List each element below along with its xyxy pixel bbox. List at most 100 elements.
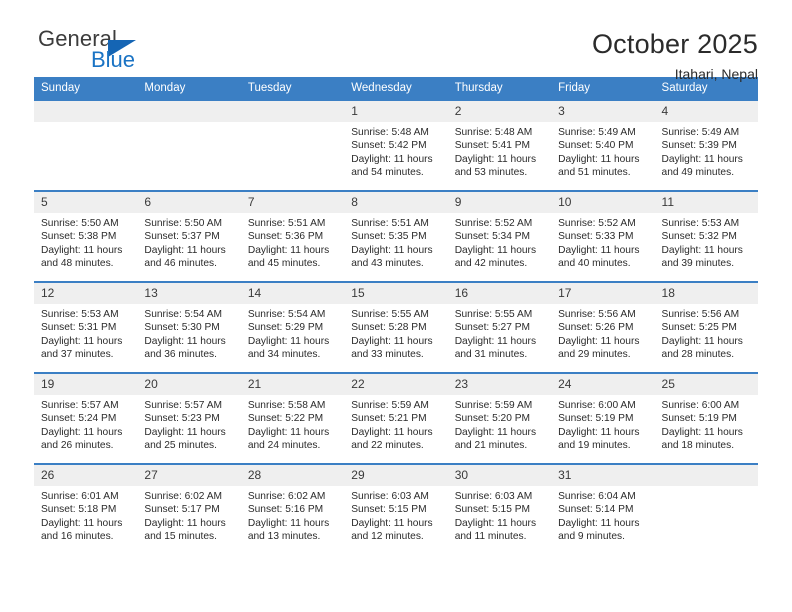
sunrise-time: Sunrise: 5:53 AM [41,309,119,320]
calendar-cell-empty [137,99,241,191]
day-details: Sunrise: 6:00 AM Sunset: 5:19 PM Daylight:… [655,395,758,453]
calendar-day-cell[interactable]: 4 Sunrise: 5:49 AM Sunset: 5:39 PM Daylight… [654,99,758,191]
calendar-day-cell[interactable]: 6 Sunrise: 5:50 AM Sunset: 5:37 PM Daylight… [137,190,241,282]
calendar-day-cell[interactable]: 30 Sunrise: 6:03 AM Sunset: 5:15 PM Dayligh… [447,463,552,554]
day-details: Sunrise: 5:51 AM Sunset: 5:35 PM Daylight:… [344,213,447,271]
day-number: 29 [344,465,448,486]
daylight-duration-line2: and 36 minutes. [144,349,217,361]
calendar-day-cell[interactable]: 15 Sunrise: 5:55 AM Sunset: 5:28 PM Dayligh… [344,281,448,373]
calendar-day-cell[interactable]: 8 Sunrise: 5:51 AM Sunset: 5:35 PM Daylight… [344,190,448,282]
calendar-day-cell[interactable]: 3 Sunrise: 5:49 AM Sunset: 5:40 PM Daylight… [551,99,655,191]
sunset-time: Sunset: 5:18 PM [41,504,117,516]
calendar-day-cell[interactable]: 1 Sunrise: 5:48 AM Sunset: 5:42 PM Daylight… [344,99,448,191]
sunrise-time: Sunrise: 5:51 AM [247,218,326,229]
sunrise-time: Sunrise: 5:56 AM [558,309,636,320]
day-details: Sunrise: 6:02 AM Sunset: 5:17 PM Daylight:… [137,486,240,544]
day-details: Sunrise: 5:54 AM Sunset: 5:29 PM Daylight:… [241,304,344,362]
calendar-day-cell[interactable]: 19 Sunrise: 5:57 AM Sunset: 5:24 PM Dayligh… [34,372,138,464]
sunrise-time: Sunrise: 5:57 AM [41,400,119,411]
calendar-day-cell[interactable]: 20 Sunrise: 5:57 AM Sunset: 5:23 PM Dayligh… [137,372,241,464]
daylight-duration-line1: Daylight: 11 hours [247,244,330,256]
daylight-duration-line1: Daylight: 11 hours [661,335,743,347]
calendar-day-cell[interactable]: 13 Sunrise: 5:54 AM Sunset: 5:30 PM Dayligh… [137,281,241,373]
calendar-day-cell[interactable]: 17 Sunrise: 5:56 AM Sunset: 5:26 PM Dayligh… [551,281,655,373]
day-details: Sunrise: 5:58 AM Sunset: 5:22 PM Daylight:… [241,395,344,453]
sunrise-time: Sunrise: 5:49 AM [558,127,636,138]
day-details: Sunrise: 5:57 AM Sunset: 5:24 PM Daylight:… [34,395,137,453]
day-number: 19 [34,374,138,395]
day-details: Sunrise: 5:59 AM Sunset: 5:20 PM Daylight:… [448,395,551,453]
calendar-day-cell[interactable]: 10 Sunrise: 5:52 AM Sunset: 5:33 PM Dayligh… [551,190,655,282]
sunset-time: Sunset: 5:39 PM [661,140,737,152]
daylight-duration-line2: and 49 minutes. [661,167,735,179]
calendar-day-cell[interactable]: 14 Sunrise: 5:54 AM Sunset: 5:29 PM Dayligh… [240,281,345,373]
daylight-duration-line1: Daylight: 11 hours [454,153,537,165]
calendar-day-cell[interactable]: 22 Sunrise: 5:59 AM Sunset: 5:21 PM Dayligh… [344,372,448,464]
daylight-duration-line2: and 19 minutes. [558,440,631,452]
daylight-duration-line1: Daylight: 11 hours [41,335,123,347]
day-details: Sunrise: 5:59 AM Sunset: 5:21 PM Daylight:… [344,395,447,453]
day-details: Sunrise: 6:01 AM Sunset: 5:18 PM Daylight:… [34,486,137,544]
calendar-day-cell[interactable]: 31 Sunrise: 6:04 AM Sunset: 5:14 PM Dayligh… [551,463,655,554]
calendar-day-cell[interactable]: 24 Sunrise: 6:00 AM Sunset: 5:19 PM Dayligh… [551,372,655,464]
day-number: 20 [137,374,241,395]
day-details: Sunrise: 5:49 AM Sunset: 5:39 PM Daylight:… [655,122,758,180]
daylight-duration-line1: Daylight: 11 hours [351,426,433,438]
daylight-duration-line2: and 45 minutes. [247,258,321,270]
day-number [240,101,345,122]
sunrise-time: Sunrise: 5:48 AM [351,127,429,138]
day-number: 2 [447,101,552,122]
sunrise-time: Sunrise: 6:03 AM [351,491,429,502]
day-number: 5 [34,192,138,213]
calendar-week-row: 26 Sunrise: 6:01 AM Sunset: 5:18 PM Dayligh… [34,463,758,554]
calendar-day-cell[interactable]: 25 Sunrise: 6:00 AM Sunset: 5:19 PM Dayligh… [654,372,758,464]
calendar-day-cell[interactable]: 18 Sunrise: 5:56 AM Sunset: 5:25 PM Dayligh… [654,281,758,373]
calendar-day-cell[interactable]: 7 Sunrise: 5:51 AM Sunset: 5:36 PM Daylight… [240,190,345,282]
day-number: 11 [654,192,758,213]
sunrise-time: Sunrise: 6:04 AM [558,491,636,502]
calendar-day-cell[interactable]: 27 Sunrise: 6:02 AM Sunset: 5:17 PM Dayligh… [137,463,241,554]
sunrise-time: Sunrise: 6:00 AM [558,400,636,411]
calendar-week-row: 19 Sunrise: 5:57 AM Sunset: 5:24 PM Dayligh… [34,372,758,464]
day-details: Sunrise: 5:56 AM Sunset: 5:25 PM Daylight:… [655,304,758,362]
day-number: 9 [447,192,552,213]
daylight-duration-line2: and 34 minutes. [247,349,321,361]
daylight-duration-line1: Daylight: 11 hours [144,426,226,438]
sunrise-time: Sunrise: 5:50 AM [41,218,119,229]
day-details: Sunrise: 6:04 AM Sunset: 5:14 PM Daylight:… [551,486,654,544]
sunset-time: Sunset: 5:19 PM [661,413,737,425]
calendar-day-cell[interactable]: 26 Sunrise: 6:01 AM Sunset: 5:18 PM Dayligh… [34,463,138,554]
general-blue-logo[interactable]: General Blue [34,26,224,78]
daylight-duration-line2: and 46 minutes. [144,258,217,270]
day-details: Sunrise: 5:53 AM Sunset: 5:32 PM Daylight:… [655,213,758,271]
day-number: 6 [137,192,241,213]
sunset-time: Sunset: 5:35 PM [351,231,427,243]
day-number: 18 [654,283,758,304]
day-details: Sunrise: 5:50 AM Sunset: 5:38 PM Daylight:… [34,213,137,271]
calendar-day-cell[interactable]: 9 Sunrise: 5:52 AM Sunset: 5:34 PM Daylight… [447,190,552,282]
calendar-day-cell[interactable]: 23 Sunrise: 5:59 AM Sunset: 5:20 PM Dayligh… [447,372,552,464]
calendar-day-cell[interactable]: 2 Sunrise: 5:48 AM Sunset: 5:41 PM Daylight… [447,99,552,191]
daylight-duration-line2: and 51 minutes. [558,167,631,179]
weekday-header-sunday: Sunday [34,77,138,100]
calendar-day-cell[interactable]: 16 Sunrise: 5:55 AM Sunset: 5:27 PM Dayligh… [447,281,552,373]
daylight-duration-line2: and 33 minutes. [351,349,424,361]
day-number: 16 [447,283,552,304]
sunrise-time: Sunrise: 6:02 AM [144,491,223,502]
sunset-time: Sunset: 5:23 PM [144,413,220,425]
calendar-day-cell[interactable]: 28 Sunrise: 6:02 AM Sunset: 5:16 PM Dayligh… [240,463,345,554]
daylight-duration-line1: Daylight: 11 hours [41,517,123,529]
calendar-day-cell[interactable]: 21 Sunrise: 5:58 AM Sunset: 5:22 PM Dayligh… [240,372,345,464]
day-details: Sunrise: 6:03 AM Sunset: 5:15 PM Daylight:… [448,486,551,544]
daylight-duration-line1: Daylight: 11 hours [351,153,433,165]
daylight-duration-line1: Daylight: 11 hours [661,426,743,438]
sunset-time: Sunset: 5:25 PM [661,322,737,334]
day-number: 3 [551,101,655,122]
day-number: 13 [137,283,241,304]
calendar-day-cell[interactable]: 29 Sunrise: 6:03 AM Sunset: 5:15 PM Dayligh… [344,463,448,554]
calendar-day-cell[interactable]: 12 Sunrise: 5:53 AM Sunset: 5:31 PM Dayligh… [34,281,138,373]
calendar-day-cell[interactable]: 5 Sunrise: 5:50 AM Sunset: 5:38 PM Daylight… [34,190,138,282]
calendar-day-cell[interactable]: 11 Sunrise: 5:53 AM Sunset: 5:32 PM Dayligh… [654,190,758,282]
calendar-week-row: 1 Sunrise: 5:48 AM Sunset: 5:42 PM Daylight… [34,99,758,191]
day-details: Sunrise: 5:53 AM Sunset: 5:31 PM Daylight:… [34,304,137,362]
